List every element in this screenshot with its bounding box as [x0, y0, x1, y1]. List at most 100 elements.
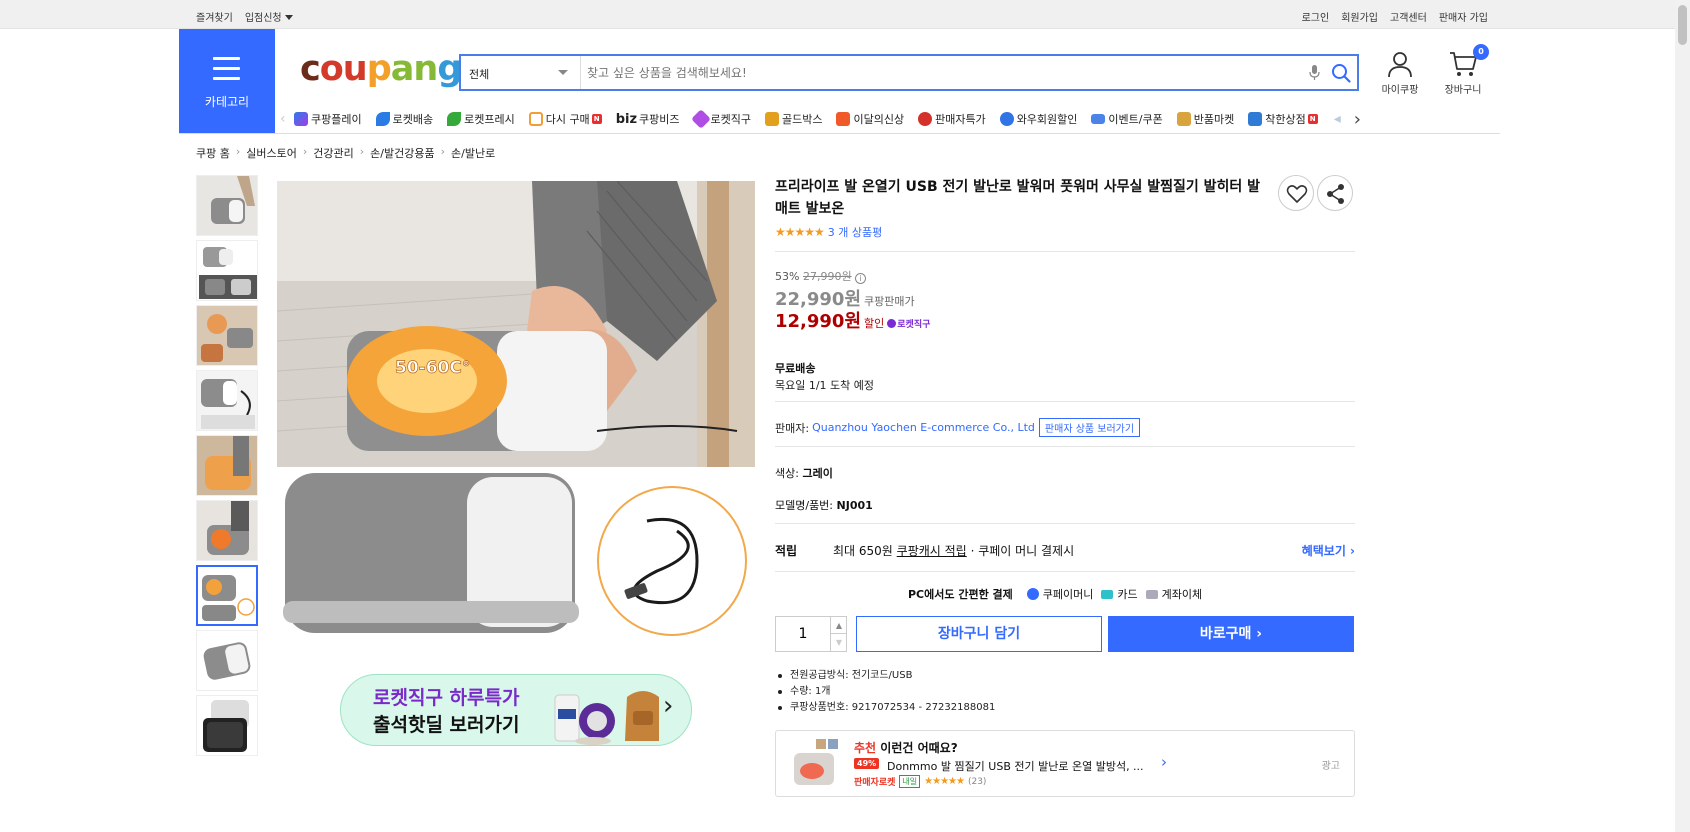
product-thumbnail[interactable] — [196, 630, 258, 691]
foot-warmer-photo: 50-60C° — [276, 180, 755, 641]
rocket-direct-label: 로켓직구 — [897, 320, 931, 330]
nav-item-newarrivals[interactable]: 이달의신상 — [836, 111, 904, 127]
nav-item-wowdiscount[interactable]: 와우회원할인 — [999, 111, 1077, 127]
divider — [775, 571, 1355, 572]
nav-item-label: 판매자특가 — [935, 113, 986, 126]
breadcrumb-separator-icon: › — [359, 145, 365, 158]
nav-item-biz[interactable]: biz 쿠팡비즈 — [616, 111, 680, 127]
nav-item-coupangplay[interactable]: 쿠팡플레이 — [294, 111, 362, 127]
breadcrumb-item[interactable]: 실버스토어 — [246, 145, 297, 161]
header-divider — [179, 133, 1500, 134]
nav-next-icon[interactable]: › — [1354, 109, 1368, 130]
shopping-bag-icon — [836, 112, 851, 126]
nav-item-goodstore[interactable]: 착한상점 N — [1248, 111, 1318, 127]
coupang-logo[interactable]: coupang — [300, 49, 462, 89]
coupon-icon — [1091, 114, 1106, 124]
category-nav: ‹ 쿠팡플레이 로켓배송 로켓프레시 다시 구매 N biz 쿠팡비즈 로켓직구 골… — [280, 108, 1500, 130]
nav-item-label: 다시 구매 — [545, 113, 590, 126]
chevron-right-icon[interactable]: › — [1161, 753, 1167, 771]
wishlist-button[interactable] — [1278, 175, 1314, 211]
rating-stars: ★★★★★ — [775, 225, 825, 239]
product-thumbnail[interactable] — [196, 305, 258, 366]
bag-icon — [528, 112, 543, 126]
breadcrumb-item[interactable]: 쿠팡 홈 — [196, 145, 230, 161]
seller-rocket-badge: 판매자로켓 — [854, 778, 896, 788]
quantity-decrease-icon[interactable]: ▼ — [830, 634, 847, 651]
top-utility-bar: 즐겨찾기 입점신청 로그인 회원가입 고객센터 판매자 가입 — [0, 0, 1690, 29]
buy-now-button[interactable]: 바로구매 › — [1108, 616, 1354, 652]
color-label: 색상: — [775, 467, 799, 480]
info-icon[interactable]: i — [855, 273, 867, 284]
quantity-input[interactable] — [776, 617, 830, 651]
search-input[interactable] — [587, 62, 1267, 84]
nav-prev-arrow-icon[interactable]: ◂ — [1334, 111, 1348, 127]
search-category-select[interactable]: 전체 — [461, 56, 581, 89]
customer-center-link[interactable]: 고객센터 — [1390, 9, 1427, 24]
reward-condition: · 쿠페이 머니 결제시 — [970, 544, 1075, 558]
nav-item-rocket[interactable]: 로켓배송 — [375, 111, 434, 127]
product-thumbnail[interactable] — [196, 435, 258, 496]
review-count-link[interactable]: 3 개 상품평 — [828, 224, 882, 240]
payment-methods: PC에서도 간편한 결제 쿠페이머니 카드 계좌이체 — [908, 586, 1202, 602]
breadcrumb-item[interactable]: 손/발건강용품 — [370, 145, 434, 161]
nav-item-label: 로켓직구 — [710, 113, 751, 126]
mycoupang-button[interactable]: 마이쿠팡 — [1375, 50, 1425, 96]
cart-button[interactable]: 장바구니 0 — [1438, 44, 1489, 96]
heart-icon — [1286, 185, 1308, 203]
login-link[interactable]: 로그인 — [1302, 9, 1330, 24]
breadcrumb-item[interactable]: 건강관리 — [313, 145, 353, 161]
nav-item-label: 착한상점 — [1265, 113, 1306, 126]
nav-item-rocketdirect[interactable]: 로켓직구 — [690, 109, 751, 129]
search-icon[interactable] — [1330, 62, 1352, 84]
goldbox-icon — [764, 112, 779, 126]
logo-part: an — [390, 49, 439, 89]
nav-item-goldbox[interactable]: 골드박스 — [764, 111, 822, 127]
seller-name-link[interactable]: Quanzhou Yaochen E-commerce Co., Ltd — [812, 421, 1035, 434]
seller-signup-link[interactable]: 판매자 가입 — [1439, 9, 1488, 24]
signup-link[interactable]: 회원가입 — [1341, 9, 1378, 24]
product-thumbnail[interactable] — [196, 695, 258, 756]
rocket-direct-icon — [887, 319, 897, 328]
logo-part: c — [300, 49, 321, 89]
caret-down-icon — [284, 15, 293, 20]
breadcrumb-item[interactable]: 손/발난로 — [451, 145, 495, 161]
vendor-apply-dropdown[interactable]: 입점신청 — [245, 9, 293, 24]
play-icon — [294, 112, 308, 126]
model-value: NJ001 — [836, 499, 873, 512]
nav-item-label: 이달의신상 — [853, 113, 905, 126]
hamburger-icon — [213, 57, 240, 87]
share-button[interactable] — [1317, 175, 1353, 211]
bookmark-link[interactable]: 즐겨찾기 — [196, 9, 233, 24]
product-thumbnail-active[interactable] — [196, 565, 258, 626]
nav-item-sellerdeals[interactable]: 판매자특가 — [918, 111, 986, 127]
nav-prev-icon[interactable]: ‹ — [280, 111, 294, 127]
seller-products-button[interactable]: 판매자 상품 보러가기 — [1038, 418, 1141, 437]
main-product-image[interactable]: 50-60C° — [276, 180, 755, 641]
logo-part: p — [366, 49, 392, 89]
vendor-apply-label: 입점신청 — [244, 13, 282, 24]
product-thumbnail[interactable] — [196, 370, 258, 431]
category-menu-button[interactable]: 카테고리 — [179, 29, 275, 134]
product-thumbnail[interactable] — [196, 175, 258, 236]
rocket-direct-promo-banner[interactable]: 로켓직구 하루특가 출석핫딜 보러가기 › — [340, 674, 692, 746]
scrollbar-thumb[interactable] — [1678, 5, 1687, 45]
page-scrollbar[interactable] — [1675, 0, 1690, 832]
coupang-cash-link[interactable]: 쿠팡캐시 적립 — [897, 542, 967, 559]
nav-item-events[interactable]: 이벤트/쿠폰 — [1091, 111, 1163, 127]
product-thumbnail[interactable] — [196, 500, 258, 561]
ad-label: 광고 — [1321, 761, 1340, 772]
nav-item-rebuy[interactable]: 다시 구매 N — [528, 111, 602, 127]
quantity-increase-icon[interactable]: ▲ — [830, 617, 847, 634]
nav-item-returnmarket[interactable]: 반품마켓 — [1176, 111, 1234, 127]
wow-icon — [999, 112, 1014, 126]
recommendation-ad[interactable]: 추천 이런건 어때요? 49% Donmmo 발 찜질기 USB 전기 발난로 … — [775, 730, 1355, 797]
benefits-link[interactable]: 혜택보기 › — [1302, 542, 1355, 559]
logo-part: ou — [319, 49, 368, 89]
logo-part: g — [437, 49, 462, 89]
nav-item-label: 로켓배송 — [392, 113, 434, 126]
mycoupang-label: 마이쿠팡 — [1381, 85, 1419, 96]
product-thumbnail[interactable] — [196, 240, 258, 301]
microphone-icon[interactable] — [1309, 64, 1320, 81]
nav-item-rocketfresh[interactable]: 로켓프레시 — [447, 111, 515, 127]
add-to-cart-button[interactable]: 장바구니 담기 — [856, 616, 1102, 652]
